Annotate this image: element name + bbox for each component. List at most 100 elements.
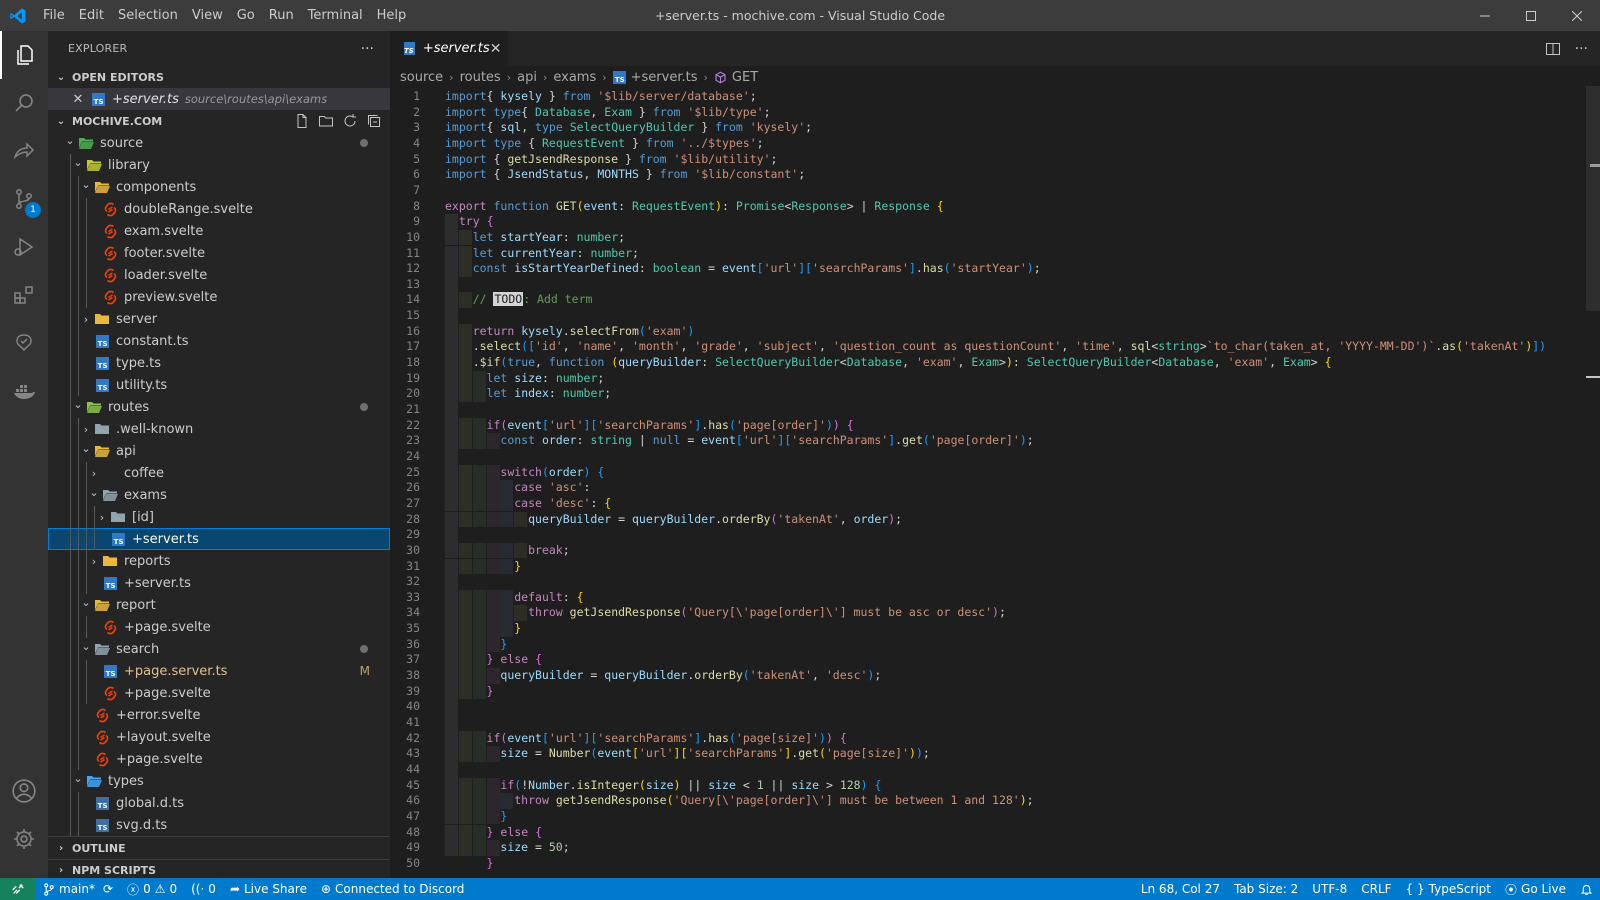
tree-file[interactable]: TS utility.ts: [48, 374, 390, 396]
tree-folder[interactable]: ⌄ types: [48, 770, 390, 792]
menu-item-file[interactable]: File: [36, 0, 72, 31]
code-token: 1: [756, 777, 764, 792]
tree-file[interactable]: loader.svelte: [48, 264, 390, 286]
live-share-icon[interactable]: [0, 127, 48, 175]
tree-file[interactable]: TS type.ts: [48, 352, 390, 374]
tree-file[interactable]: +error.svelte: [48, 704, 390, 726]
code-token: 'Query[\'page[order]\'] must be between …: [673, 793, 1020, 808]
run-debug-icon[interactable]: [0, 223, 48, 271]
code-token: ;: [618, 229, 626, 244]
tree-file[interactable]: preview.svelte: [48, 286, 390, 308]
collapse-all-icon[interactable]: [366, 113, 382, 129]
tree-file[interactable]: exam.svelte: [48, 220, 390, 242]
tree-file[interactable]: TS constant.ts: [48, 330, 390, 352]
tree-folder[interactable]: ⌄ exams: [48, 484, 390, 506]
editor-more-actions-icon[interactable]: ···: [1575, 41, 1588, 57]
close-tab-icon[interactable]: ✕: [490, 41, 502, 57]
breadcrumb-item[interactable]: api: [517, 70, 537, 85]
menu-item-edit[interactable]: Edit: [72, 0, 111, 31]
tree-folder[interactable]: ⌄ source: [48, 132, 390, 154]
outline-header[interactable]: › OUTLINE: [48, 837, 390, 859]
docker-icon[interactable]: [0, 367, 48, 415]
tree-folder[interactable]: ⌄ report: [48, 594, 390, 616]
notifications-bell-icon[interactable]: [1573, 883, 1600, 896]
menu-item-terminal[interactable]: Terminal: [301, 0, 370, 31]
split-editor-icon[interactable]: [1545, 41, 1561, 57]
code-editor[interactable]: 1 import{ kysely } from '$lib/server/data…: [390, 84, 1600, 878]
branch-status[interactable]: main* ⟳: [36, 882, 120, 896]
go-live-button[interactable]: ⦿ Go Live: [1498, 881, 1573, 898]
tree-folder[interactable]: › .well-known: [48, 418, 390, 440]
tree-file[interactable]: TS svg.d.ts: [48, 814, 390, 836]
workspace-header[interactable]: ⌄ MOCHIVE.COM: [48, 110, 390, 132]
remote-indicator-icon[interactable]: [0, 878, 36, 900]
tree-folder[interactable]: ⌄ library: [48, 154, 390, 176]
testing-icon[interactable]: [0, 319, 48, 367]
tree-file[interactable]: TS global.d.ts: [48, 792, 390, 814]
refresh-icon[interactable]: [342, 113, 358, 129]
ports-status[interactable]: ((· 0: [184, 882, 223, 896]
code-token: 'takenAt': [749, 668, 813, 683]
source-control-icon[interactable]: 1: [0, 175, 48, 223]
menu-item-go[interactable]: Go: [230, 0, 262, 31]
tree-file[interactable]: +page.svelte: [48, 616, 390, 638]
tree-file[interactable]: TS +server.ts: [48, 572, 390, 594]
discord-status[interactable]: ⊕ Connected to Discord: [314, 882, 471, 896]
end-of-line[interactable]: CRLF: [1354, 882, 1398, 896]
tree-file[interactable]: TS +server.ts: [48, 528, 390, 550]
minimize-button[interactable]: [1462, 0, 1508, 31]
breadcrumb-item[interactable]: source: [400, 70, 443, 85]
encoding[interactable]: UTF-8: [1305, 882, 1354, 896]
tree-file[interactable]: +layout.svelte: [48, 726, 390, 748]
new-file-icon[interactable]: [294, 113, 310, 129]
tree-file[interactable]: doubleRange.svelte: [48, 198, 390, 220]
problems-status[interactable]: ⓧ 0 ⚠ 0: [120, 881, 184, 898]
tree-file[interactable]: +page.svelte: [48, 682, 390, 704]
menu-item-view[interactable]: View: [185, 0, 230, 31]
tree-folder[interactable]: ⌄ routes: [48, 396, 390, 418]
tree-folder[interactable]: › coffee: [48, 462, 390, 484]
cursor-position[interactable]: Ln 68, Col 27: [1134, 882, 1227, 896]
menu-item-help[interactable]: Help: [370, 0, 414, 31]
search-icon[interactable]: [0, 79, 48, 127]
tree-folder[interactable]: ⌄ components: [48, 176, 390, 198]
tree-file[interactable]: TS +page.server.ts M: [48, 660, 390, 682]
tree-folder[interactable]: › server: [48, 308, 390, 330]
sync-icon[interactable]: ⟳: [103, 882, 113, 896]
menu-item-run[interactable]: Run: [262, 0, 301, 31]
tab-size[interactable]: Tab Size: 2: [1227, 882, 1305, 896]
extensions-icon[interactable]: [0, 271, 48, 319]
breadcrumb-item[interactable]: exams: [553, 70, 596, 85]
new-folder-icon[interactable]: [318, 113, 334, 129]
live-share-status[interactable]: ➦ Live Share: [223, 882, 314, 896]
breadcrumb-item[interactable]: routes: [460, 70, 501, 85]
close-editor-icon[interactable]: ✕: [70, 92, 86, 107]
open-editor-item[interactable]: ✕ TS +server.ts source\routes\api\exams: [48, 88, 390, 110]
tree-file[interactable]: +page.svelte: [48, 748, 390, 770]
language-mode[interactable]: { } TypeScript: [1399, 882, 1498, 896]
close-window-button[interactable]: [1554, 0, 1600, 31]
line-number: 2: [413, 104, 420, 119]
typescript-file-icon: TS: [94, 377, 110, 393]
more-actions-icon[interactable]: ···: [361, 41, 374, 57]
tree-file[interactable]: footer.svelte: [48, 242, 390, 264]
editor-scrollbar[interactable]: [1586, 86, 1600, 311]
tab-server-ts[interactable]: TS +server.ts ✕: [390, 31, 508, 66]
breadcrumb-item[interactable]: GET: [714, 70, 758, 85]
tree-folder[interactable]: ⌄ api: [48, 440, 390, 462]
maximize-button[interactable]: [1508, 0, 1554, 31]
open-editors-header[interactable]: ⌄ OPEN EDITORS: [48, 66, 390, 88]
account-icon[interactable]: [0, 767, 48, 815]
manage-gear-icon[interactable]: [0, 815, 48, 863]
menu-item-selection[interactable]: Selection: [111, 0, 185, 31]
tree-folder[interactable]: › [id]: [48, 506, 390, 528]
chevron-down-icon: ⌄: [89, 485, 99, 499]
breadcrumb-item[interactable]: TS +server.ts: [612, 70, 698, 85]
code-token: type: [535, 120, 563, 135]
tree-folder[interactable]: › reports: [48, 550, 390, 572]
explorer-icon[interactable]: [0, 31, 48, 79]
tree-folder[interactable]: ⌄ search: [48, 638, 390, 660]
